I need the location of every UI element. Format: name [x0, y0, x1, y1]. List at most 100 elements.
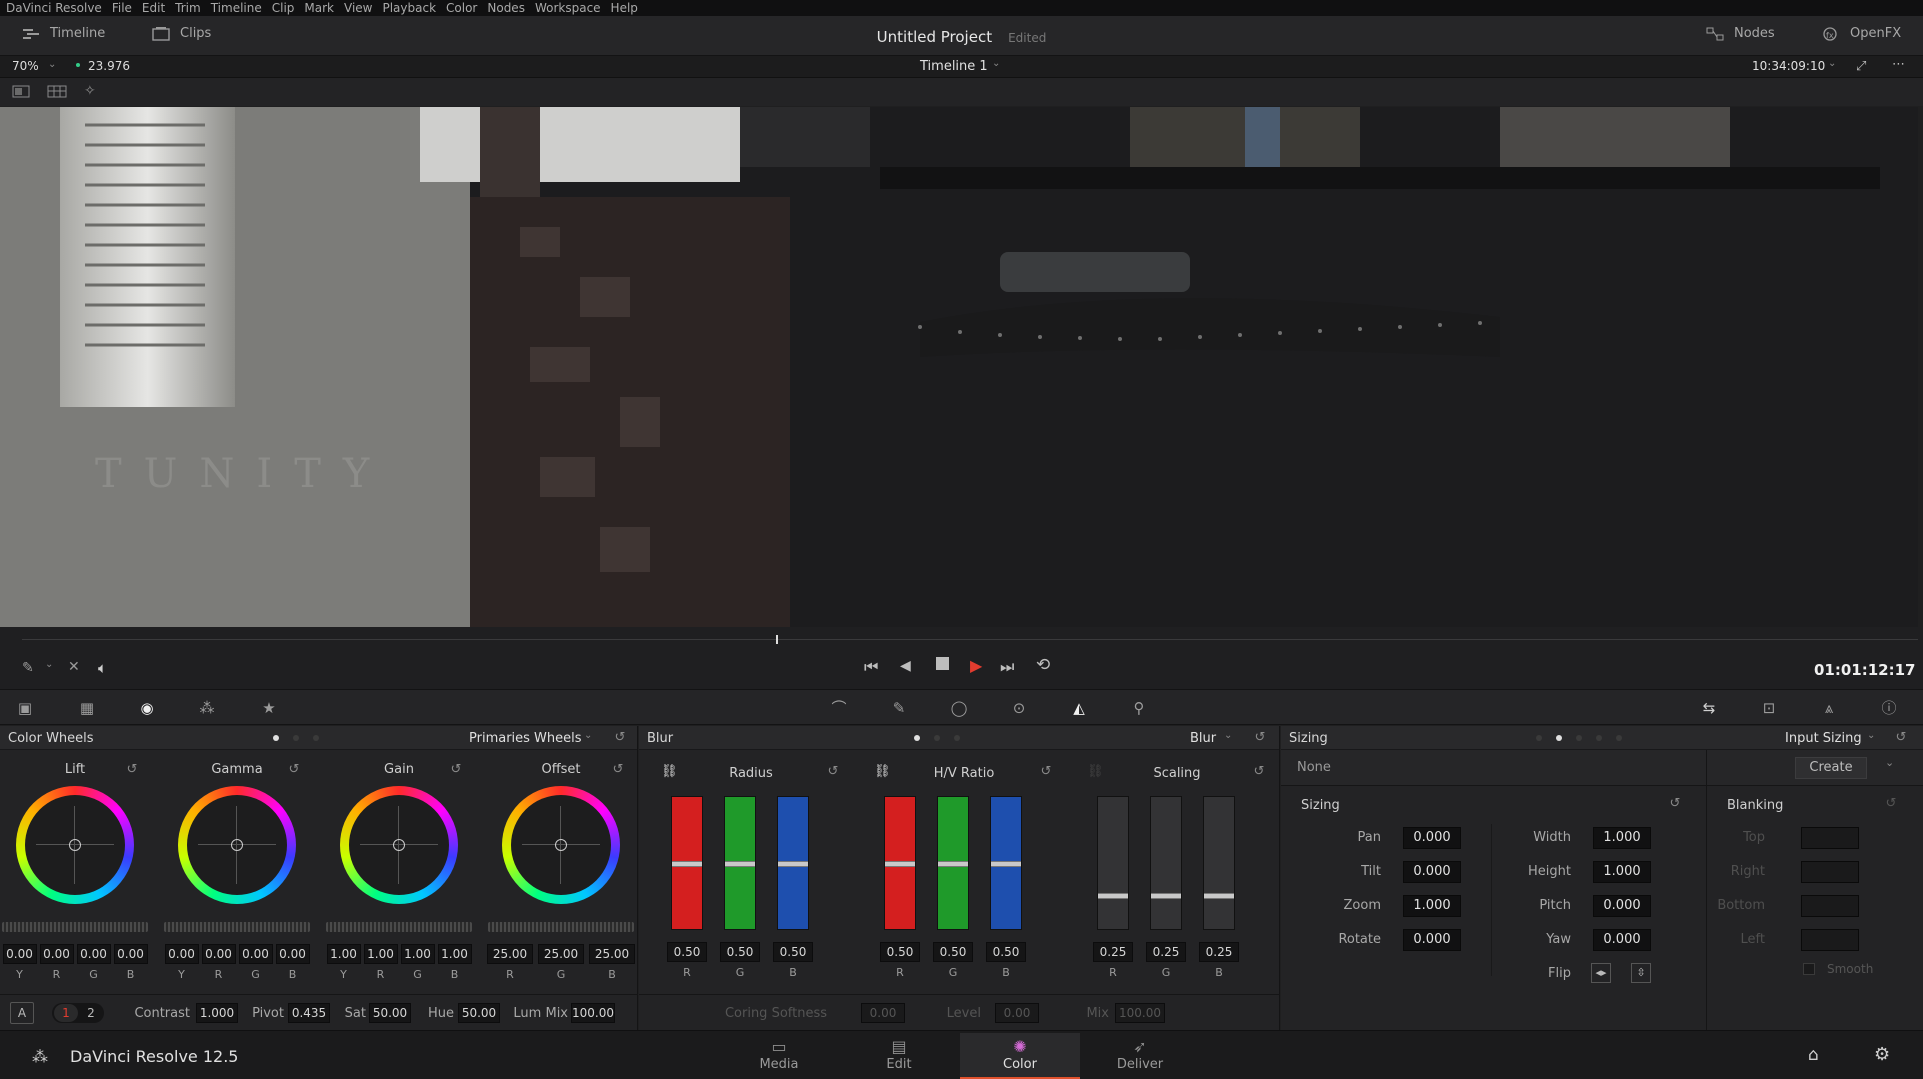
wheel-value-field[interactable]: 0.00 — [76, 944, 111, 964]
lum-mix-field[interactable]: 100.00 — [571, 1003, 615, 1023]
sizing-tilt-field[interactable]: 0.000 — [1403, 861, 1461, 883]
volume-icon[interactable]: 🔈︎ — [98, 659, 107, 677]
slider-handle-icon[interactable] — [725, 861, 755, 867]
menu-timeline[interactable]: Timeline — [211, 1, 262, 15]
color-wheel-control[interactable] — [340, 786, 458, 904]
slider-handle-icon[interactable] — [672, 861, 702, 867]
blanking-bottom-field[interactable] — [1801, 895, 1859, 917]
menu-file[interactable]: File — [112, 1, 132, 15]
blur-value-field[interactable]: 0.50 — [720, 942, 760, 962]
blur-slider[interactable] — [777, 796, 809, 930]
link-icon[interactable]: ⛓︎ — [874, 764, 891, 780]
blur-value-field[interactable]: 0.50 — [986, 942, 1026, 962]
color-wheel-control[interactable] — [16, 786, 134, 904]
link-icon[interactable]: ⛓︎ — [661, 764, 678, 780]
motion-effects-icon[interactable]: ★ — [260, 700, 278, 716]
blur-value-field[interactable]: 0.25 — [1093, 942, 1133, 962]
menu-color[interactable]: Color — [446, 1, 477, 15]
eyedropper-icon[interactable]: ✎ — [22, 660, 34, 676]
level-field[interactable]: 0.00 — [995, 1003, 1039, 1023]
tracker-icon[interactable]: ⊙ — [1010, 700, 1028, 716]
sizing-zoom-field[interactable]: 1.000 — [1403, 895, 1461, 917]
smooth-checkbox[interactable] — [1803, 963, 1815, 975]
color-wheel-control[interactable] — [178, 786, 296, 904]
page-dot-icon[interactable] — [934, 735, 940, 741]
menu-view[interactable]: View — [344, 1, 372, 15]
slider-handle-icon[interactable] — [938, 861, 968, 867]
menu-playback[interactable]: Playback — [382, 1, 436, 15]
preset-select[interactable]: None — [1297, 760, 1331, 775]
slider-handle-icon[interactable] — [1204, 893, 1234, 899]
blanking-top-field[interactable] — [1801, 827, 1859, 849]
magic-wand-icon[interactable]: ✧ — [84, 83, 96, 99]
blur-value-field[interactable]: 0.25 — [1146, 942, 1186, 962]
blur-mode-select[interactable]: Blur — [1190, 731, 1216, 746]
nodes-toggle-button[interactable]: Nodes — [1706, 26, 1775, 41]
blur-slider[interactable] — [990, 796, 1022, 930]
sizing-pan-field[interactable]: 0.000 — [1403, 827, 1461, 849]
wheel-reset-icon[interactable]: ↺ — [448, 762, 464, 778]
color-match-icon[interactable]: ▦ — [78, 700, 96, 716]
settings-gear-icon[interactable]: ⚙ — [1874, 1044, 1890, 1065]
blanking-left-field[interactable] — [1801, 929, 1859, 951]
page-dot-icon[interactable] — [954, 735, 960, 741]
page-dot-active-icon[interactable] — [273, 735, 279, 741]
zoom-level[interactable]: 70% — [12, 59, 39, 73]
sizing-icon[interactable]: ⇆ — [1700, 700, 1718, 716]
timecode-chevron-down-icon[interactable]: ⌄ — [1828, 58, 1836, 69]
master-wheel-slider[interactable] — [2, 922, 148, 932]
master-wheel-slider[interactable] — [164, 922, 310, 932]
reverse-play-icon[interactable]: ◀︎ — [900, 658, 911, 674]
menu-clip[interactable]: Clip — [272, 1, 295, 15]
blur-slider[interactable] — [671, 796, 703, 930]
blur-value-field[interactable]: 0.50 — [880, 942, 920, 962]
blur-mode-chevron-down-icon[interactable]: ⌄ — [1224, 730, 1232, 741]
timeline-chevron-down-icon[interactable]: ⌄ — [992, 58, 1000, 69]
wheel-value-field[interactable]: 1.00 — [400, 944, 435, 964]
page-dot-icon[interactable] — [1536, 735, 1542, 741]
wheel-reset-icon[interactable]: ↺ — [286, 762, 302, 778]
page-dot-icon[interactable] — [293, 735, 299, 741]
reset-icon[interactable]: ↺ — [612, 730, 628, 746]
page-dot-icon[interactable] — [1596, 735, 1602, 741]
sizing-pitch-field[interactable]: 0.000 — [1593, 895, 1651, 917]
wheel-value-field[interactable]: 1.00 — [326, 944, 361, 964]
slider-handle-icon[interactable] — [885, 861, 915, 867]
gallery-grid-icon[interactable] — [47, 85, 67, 101]
wheel-value-field[interactable]: 0.00 — [201, 944, 236, 964]
wheel-value-field[interactable]: 1.00 — [437, 944, 472, 964]
blur-group-reset-icon[interactable]: ↺ — [1038, 764, 1054, 780]
single-viewer-icon[interactable] — [12, 85, 30, 101]
wheel-value-field[interactable]: 0.00 — [275, 944, 310, 964]
wheel-value-field[interactable]: 1.00 — [363, 944, 398, 964]
skip-to-start-icon[interactable]: ⏮︎ — [864, 657, 878, 677]
blanking-right-field[interactable] — [1801, 861, 1859, 883]
blur-slider[interactable] — [1097, 796, 1129, 930]
wheel-value-field[interactable]: 25.00 — [538, 944, 584, 964]
home-icon[interactable]: ⌂ — [1808, 1045, 1819, 1065]
page-dot-active-icon[interactable] — [914, 735, 920, 741]
scrubber-track[interactable] — [22, 639, 1918, 640]
blur-group-reset-icon[interactable]: ↺ — [825, 764, 841, 780]
sizing-yaw-field[interactable]: 0.000 — [1593, 929, 1651, 951]
blur-slider[interactable] — [1203, 796, 1235, 930]
blur-slider[interactable] — [1150, 796, 1182, 930]
page-dot-active-icon[interactable] — [1556, 735, 1562, 741]
wheel-value-field[interactable]: 0.00 — [238, 944, 273, 964]
viewer-frame[interactable]: TUNITY — [0, 107, 1918, 627]
wheel-puck-icon[interactable] — [231, 839, 243, 851]
playhead-icon[interactable] — [776, 635, 778, 644]
blur-value-field[interactable]: 0.25 — [1199, 942, 1239, 962]
wheel-reset-icon[interactable]: ↺ — [610, 762, 626, 778]
skip-to-end-icon[interactable]: ⏭︎ — [1000, 657, 1014, 677]
play-icon[interactable]: ▶︎ — [970, 656, 982, 675]
page-1-button[interactable]: 1 — [54, 1004, 78, 1022]
mode-a-button[interactable]: A — [10, 1002, 34, 1024]
openfx-toggle-button[interactable]: fx OpenFX — [1822, 26, 1901, 41]
wheel-value-field[interactable]: 0.00 — [164, 944, 199, 964]
3d-icon[interactable]: ⊡ — [1760, 700, 1778, 716]
blur-value-field[interactable]: 0.50 — [933, 942, 973, 962]
page-dot-icon[interactable] — [313, 735, 319, 741]
curves-icon[interactable]: ⌒ — [830, 700, 848, 716]
flip-horizontal-icon[interactable]: ◂▸ — [1591, 963, 1611, 983]
